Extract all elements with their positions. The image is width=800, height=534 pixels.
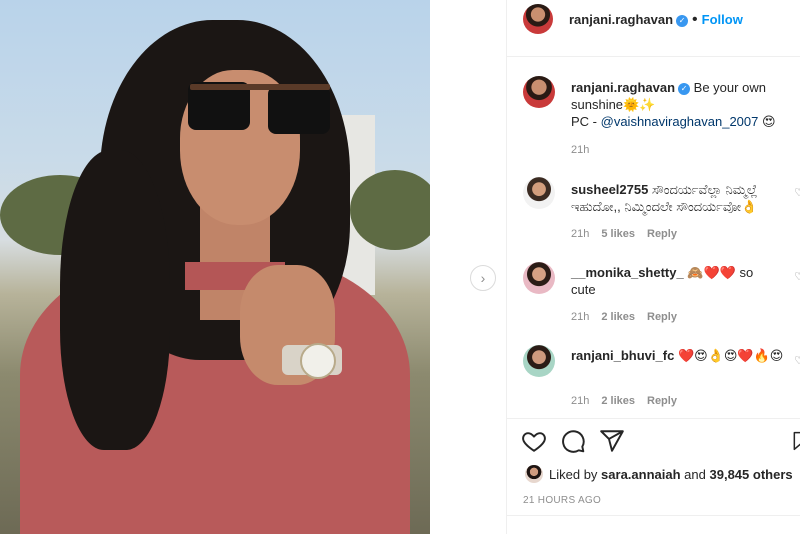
comment-time: 21h	[571, 228, 590, 240]
actions-divider	[507, 418, 800, 419]
caption-emoji: 😍	[762, 114, 776, 129]
comment-like-heart-icon[interactable]: ♡	[794, 186, 800, 199]
avatar[interactable]	[523, 345, 555, 377]
verified-badge-icon: ✓	[678, 83, 691, 95]
caption-mention-link[interactable]: @vaishnaviraghavan_2007	[601, 114, 759, 129]
avatar[interactable]	[523, 262, 555, 294]
chevron-right-icon: ›	[480, 270, 486, 286]
likes-summary: Liked by sara.annaiah and 39,845 others	[525, 465, 793, 483]
post-photo	[0, 0, 430, 534]
comment: __monika_shetty_ 🙈❤️❤️ so cute	[571, 264, 771, 298]
post-time-ago[interactable]: 21 HOURS AGO	[523, 495, 601, 506]
comment-meta: 21h 5 likes Reply	[571, 228, 689, 240]
liked-by-user[interactable]: sara.annaiah	[601, 467, 681, 482]
background-trees	[350, 170, 430, 250]
photo-hair	[60, 150, 170, 450]
caption-text-line2: sunshine🌞✨	[571, 97, 656, 112]
likes-prefix: Liked by	[549, 466, 598, 482]
verified-badge-icon: ✓	[676, 15, 689, 27]
bottom-divider	[507, 515, 800, 516]
comment-time: 21h	[571, 395, 590, 407]
post-side-panel: ranjani.raghavan ✓ • Follow ranjani.raghava…	[507, 0, 800, 534]
comment-icon[interactable]	[560, 428, 586, 454]
header-divider	[507, 56, 800, 57]
caption-username[interactable]: ranjani.raghavan	[571, 80, 675, 95]
avatar[interactable]	[525, 465, 543, 483]
comment-username[interactable]: susheel2755	[571, 182, 648, 197]
next-photo-button[interactable]: ›	[470, 265, 496, 291]
likes-count[interactable]: 39,845 others	[710, 467, 793, 482]
comment-meta: 21h 2 likes Reply	[571, 311, 689, 323]
caption-pc: PC -	[571, 114, 601, 129]
reply-button[interactable]: Reply	[647, 395, 677, 407]
comment-text: ❤️😍👌😍❤️🔥😍	[677, 348, 784, 363]
comment-likes[interactable]: 2 likes	[601, 395, 635, 407]
comment-time: 21h	[571, 311, 590, 323]
bookmark-icon[interactable]	[791, 428, 800, 454]
comment: susheel2755 ಸೌಂದರ್ಯವೆಲ್ಲಾ ನಿಮ್ಮಲ್ಲೆ ಇಹುದ…	[571, 181, 787, 215]
comment-meta: 21h 2 likes Reply	[571, 395, 689, 407]
separator-dot: •	[692, 11, 698, 28]
avatar[interactable]	[523, 4, 553, 34]
avatar[interactable]	[523, 76, 555, 108]
comment-like-heart-icon[interactable]: ♡	[794, 270, 800, 283]
comment-like-heart-icon[interactable]: ♡	[794, 354, 800, 367]
likes-mid: and	[684, 466, 706, 482]
reply-button[interactable]: Reply	[647, 311, 677, 323]
header-username[interactable]: ranjani.raghavan	[569, 12, 673, 27]
caption-text-line1: Be your own	[693, 80, 766, 95]
comment-username[interactable]: __monika_shetty_	[571, 265, 684, 280]
heart-icon[interactable]	[521, 428, 547, 454]
comment-username[interactable]: ranjani_bhuvi_fc	[571, 348, 674, 363]
watch-face	[300, 343, 336, 379]
post-header: ranjani.raghavan ✓ • Follow	[507, 0, 800, 42]
share-icon[interactable]	[599, 428, 625, 454]
reply-button[interactable]: Reply	[647, 228, 677, 240]
caption-time: 21h	[571, 144, 590, 156]
follow-button[interactable]: Follow	[702, 12, 743, 27]
avatar[interactable]	[523, 177, 555, 209]
caption: ranjani.raghavan ✓ Be your own sunshine🌞✨…	[571, 79, 793, 130]
comment-likes[interactable]: 2 likes	[601, 311, 635, 323]
comment: ranjani_bhuvi_fc ❤️😍👌😍❤️🔥😍	[571, 347, 787, 364]
comment-likes[interactable]: 5 likes	[601, 228, 635, 240]
sunglasses-bridge	[190, 84, 330, 90]
sunglasses-right	[268, 86, 330, 134]
